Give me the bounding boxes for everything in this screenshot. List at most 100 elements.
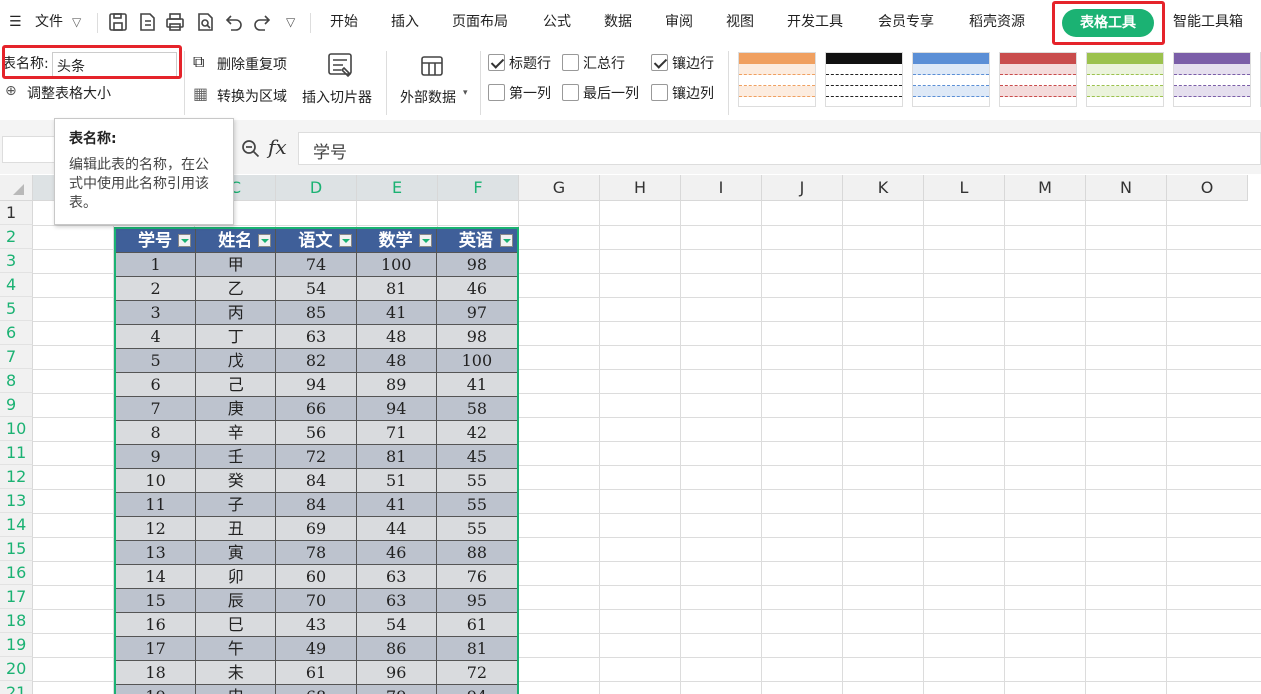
table-cell[interactable]: 72 (276, 445, 357, 469)
row-header[interactable]: 15 (0, 537, 33, 561)
tab-formulas[interactable]: 公式 (543, 0, 571, 45)
table-cell[interactable]: 午 (196, 637, 277, 661)
table-cell[interactable]: 19 (116, 685, 197, 694)
table-style-swatch[interactable] (1086, 52, 1164, 107)
tab-table-tools[interactable]: 表格工具 (1062, 9, 1154, 37)
row-header[interactable]: 9 (0, 393, 33, 417)
banded-columns-checkbox[interactable] (651, 84, 668, 101)
table-cell[interactable]: 乙 (196, 277, 277, 301)
external-data-button[interactable]: 外部数据 (400, 87, 456, 107)
formula-input[interactable]: 学号 (298, 132, 1261, 165)
table-cell[interactable]: 子 (196, 493, 277, 517)
table-cell[interactable]: 巳 (196, 613, 277, 637)
table-cell[interactable]: 41 (436, 373, 517, 397)
table-cell[interactable]: 16 (116, 613, 197, 637)
redo-icon[interactable] (252, 11, 274, 33)
table-cell[interactable]: 13 (116, 541, 197, 565)
table-cell[interactable]: 63 (356, 589, 437, 613)
table-cell[interactable]: 庚 (196, 397, 277, 421)
table-cell[interactable]: 甲 (196, 253, 277, 277)
table-cell[interactable]: 18 (116, 661, 197, 685)
table-cell[interactable]: 81 (436, 637, 517, 661)
filter-dropdown-icon[interactable] (258, 234, 272, 247)
table-cell[interactable]: 丁 (196, 325, 277, 349)
remove-duplicates-button[interactable]: 删除重复项 (217, 54, 287, 74)
table-cell[interactable]: 2 (116, 277, 197, 301)
table-header-cell[interactable]: 英语 (436, 229, 517, 253)
table-cell[interactable]: 48 (356, 325, 437, 349)
table-cell[interactable]: 45 (436, 445, 517, 469)
table-cell[interactable]: 82 (276, 349, 357, 373)
row-header[interactable]: 7 (0, 345, 33, 369)
table-cell[interactable]: 81 (356, 277, 437, 301)
table-header-cell[interactable]: 学号 (116, 229, 197, 253)
row-header[interactable]: 21 (0, 681, 33, 694)
table-cell[interactable]: 89 (356, 373, 437, 397)
table-cell[interactable]: 84 (276, 493, 357, 517)
table-cell[interactable]: 55 (436, 469, 517, 493)
insert-slicer-button[interactable]: 插入切片器 (302, 87, 372, 107)
table-cell[interactable]: 76 (436, 565, 517, 589)
row-header[interactable]: 16 (0, 561, 33, 585)
column-header-m[interactable]: M (1005, 175, 1086, 201)
row-header[interactable]: 14 (0, 513, 33, 537)
row-header[interactable]: 6 (0, 321, 33, 345)
table-cell[interactable]: 96 (356, 661, 437, 685)
table-cell[interactable]: 60 (276, 565, 357, 589)
convert-to-range-button[interactable]: 转换为区域 (217, 86, 287, 106)
tab-insert[interactable]: 插入 (391, 0, 419, 45)
row-header[interactable]: 8 (0, 369, 33, 393)
table-cell[interactable]: 卯 (196, 565, 277, 589)
table-cell[interactable]: 72 (436, 661, 517, 685)
table-cell[interactable]: 壬 (196, 445, 277, 469)
table-cell[interactable]: 70 (276, 589, 357, 613)
table-cell[interactable]: 辛 (196, 421, 277, 445)
table-cell[interactable]: 46 (436, 277, 517, 301)
filter-dropdown-icon[interactable] (418, 234, 432, 247)
banded-rows-checkbox[interactable] (651, 54, 668, 71)
resize-table-button[interactable]: 调整表格大小 (27, 83, 111, 103)
table-style-swatch[interactable] (999, 52, 1077, 107)
table-cell[interactable]: 63 (356, 565, 437, 589)
table-cell[interactable]: 54 (276, 277, 357, 301)
table-cell[interactable]: 61 (436, 613, 517, 637)
table-cell[interactable]: 58 (436, 397, 517, 421)
function-icon[interactable]: fx (268, 135, 287, 159)
column-header-h[interactable]: H (600, 175, 681, 201)
zoom-search-icon[interactable] (240, 138, 262, 160)
row-header[interactable]: 3 (0, 249, 33, 273)
column-header-i[interactable]: I (681, 175, 762, 201)
column-header-k[interactable]: K (843, 175, 924, 201)
table-cell[interactable]: 84 (276, 469, 357, 493)
table-cell[interactable]: 1 (116, 253, 197, 277)
header-row-checkbox[interactable] (488, 54, 505, 71)
table-cell[interactable]: 寅 (196, 541, 277, 565)
tab-docer[interactable]: 稻壳资源 (969, 0, 1025, 45)
tab-member[interactable]: 会员专享 (878, 0, 934, 45)
row-header[interactable]: 12 (0, 465, 33, 489)
table-cell[interactable]: 61 (276, 661, 357, 685)
table-cell[interactable]: 41 (356, 301, 437, 325)
export-pdf-icon[interactable] (136, 11, 158, 33)
table-cell[interactable]: 85 (276, 301, 357, 325)
table-cell[interactable]: 86 (356, 637, 437, 661)
first-column-checkbox[interactable] (488, 84, 505, 101)
last-column-checkbox[interactable] (562, 84, 579, 101)
table-cell[interactable]: 15 (116, 589, 197, 613)
table-cell[interactable]: 3 (116, 301, 197, 325)
table-cell[interactable]: 12 (116, 517, 197, 541)
column-header-l[interactable]: L (924, 175, 1005, 201)
table-cell[interactable]: 69 (276, 517, 357, 541)
table-cell[interactable]: 4 (116, 325, 197, 349)
file-menu[interactable]: 文件 (35, 0, 63, 45)
table-cell[interactable]: 6 (116, 373, 197, 397)
table-cell[interactable]: 74 (276, 253, 357, 277)
filter-dropdown-icon[interactable] (500, 234, 513, 247)
table-cell[interactable]: 98 (436, 253, 517, 277)
table-cell[interactable]: 丑 (196, 517, 277, 541)
table-cell[interactable]: 49 (276, 637, 357, 661)
table-style-swatch[interactable] (825, 52, 903, 107)
table-cell[interactable]: 17 (116, 637, 197, 661)
row-header[interactable]: 17 (0, 585, 33, 609)
tab-page-layout[interactable]: 页面布局 (452, 0, 508, 45)
